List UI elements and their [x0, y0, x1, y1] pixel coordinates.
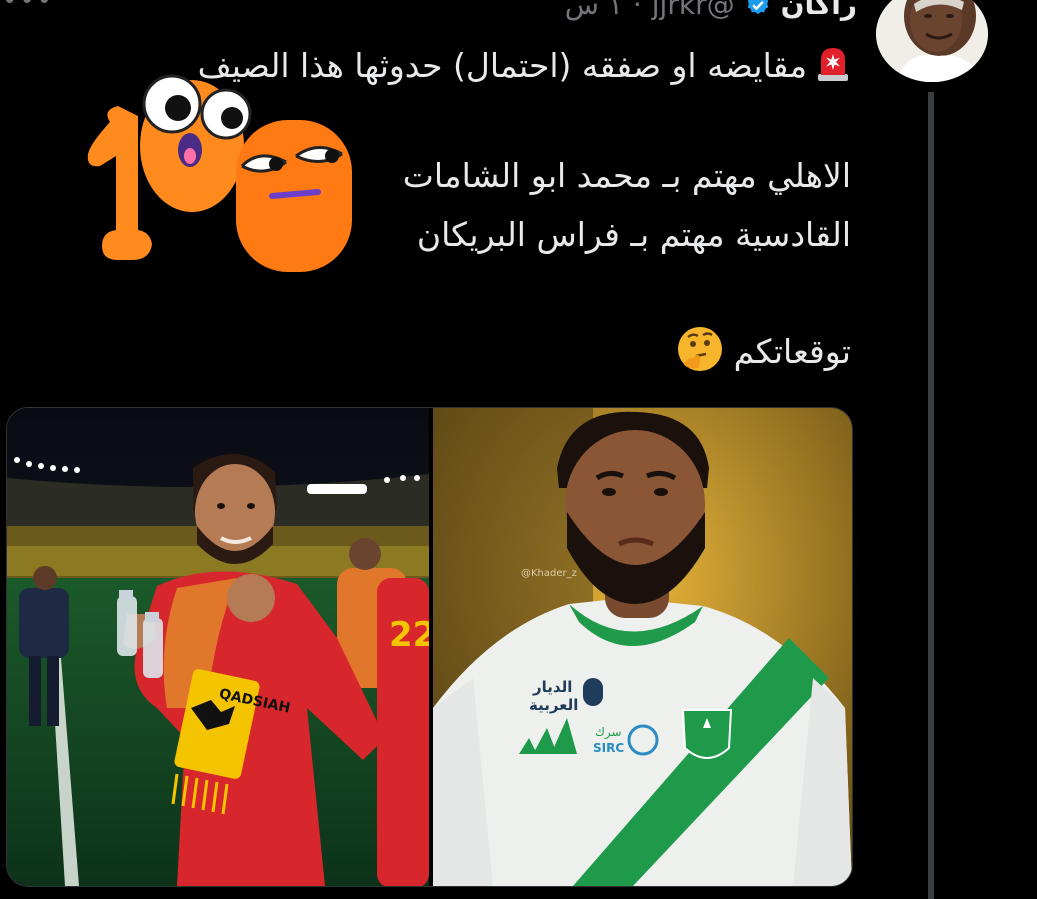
- rotating-light-icon: [815, 44, 851, 91]
- tweet-timestamp[interactable]: ١ س: [565, 0, 623, 21]
- tweet-media[interactable]: 22 QADSIAH: [6, 407, 853, 887]
- more-options-icon[interactable]: •••: [2, 0, 54, 16]
- shirt-number: 22: [389, 615, 429, 655]
- media-photo-right[interactable]: @Khader_z الديار العربية سرك SIRC: [433, 408, 852, 886]
- header-separator: ·: [632, 0, 642, 21]
- sirc-text: SIRC: [593, 741, 624, 755]
- thread-connector-line: [928, 92, 934, 899]
- tweet-text-line-4: توقعاتكم: [676, 325, 851, 382]
- sponsor-line-1: الديار: [532, 678, 572, 696]
- tweet-header: راكان @jjrkr · ١ س: [565, 0, 857, 21]
- sirc-arabic: سرك: [595, 725, 622, 740]
- media-photo-left[interactable]: 22 QADSIAH: [7, 408, 436, 886]
- thinking-face-icon: [676, 325, 724, 382]
- avatar-image: [876, 0, 988, 82]
- avatar[interactable]: [876, 0, 988, 82]
- tweet-text-question: توقعاتكم: [733, 332, 851, 371]
- photo-watermark: @Khader_z: [521, 568, 577, 579]
- author-handle[interactable]: @jjrkr: [652, 0, 735, 21]
- verified-badge-icon: [747, 0, 768, 14]
- hundred-sticker: [80, 70, 370, 280]
- author-name[interactable]: راكان: [781, 0, 857, 21]
- tweet-text-line-3: القادسية مهتم بـ فراس البريكان: [416, 215, 851, 254]
- sponsor-line-2: العربية: [529, 696, 578, 714]
- tweet-text-line-2: الاهلي مهتم بـ محمد ابو الشامات: [402, 156, 851, 195]
